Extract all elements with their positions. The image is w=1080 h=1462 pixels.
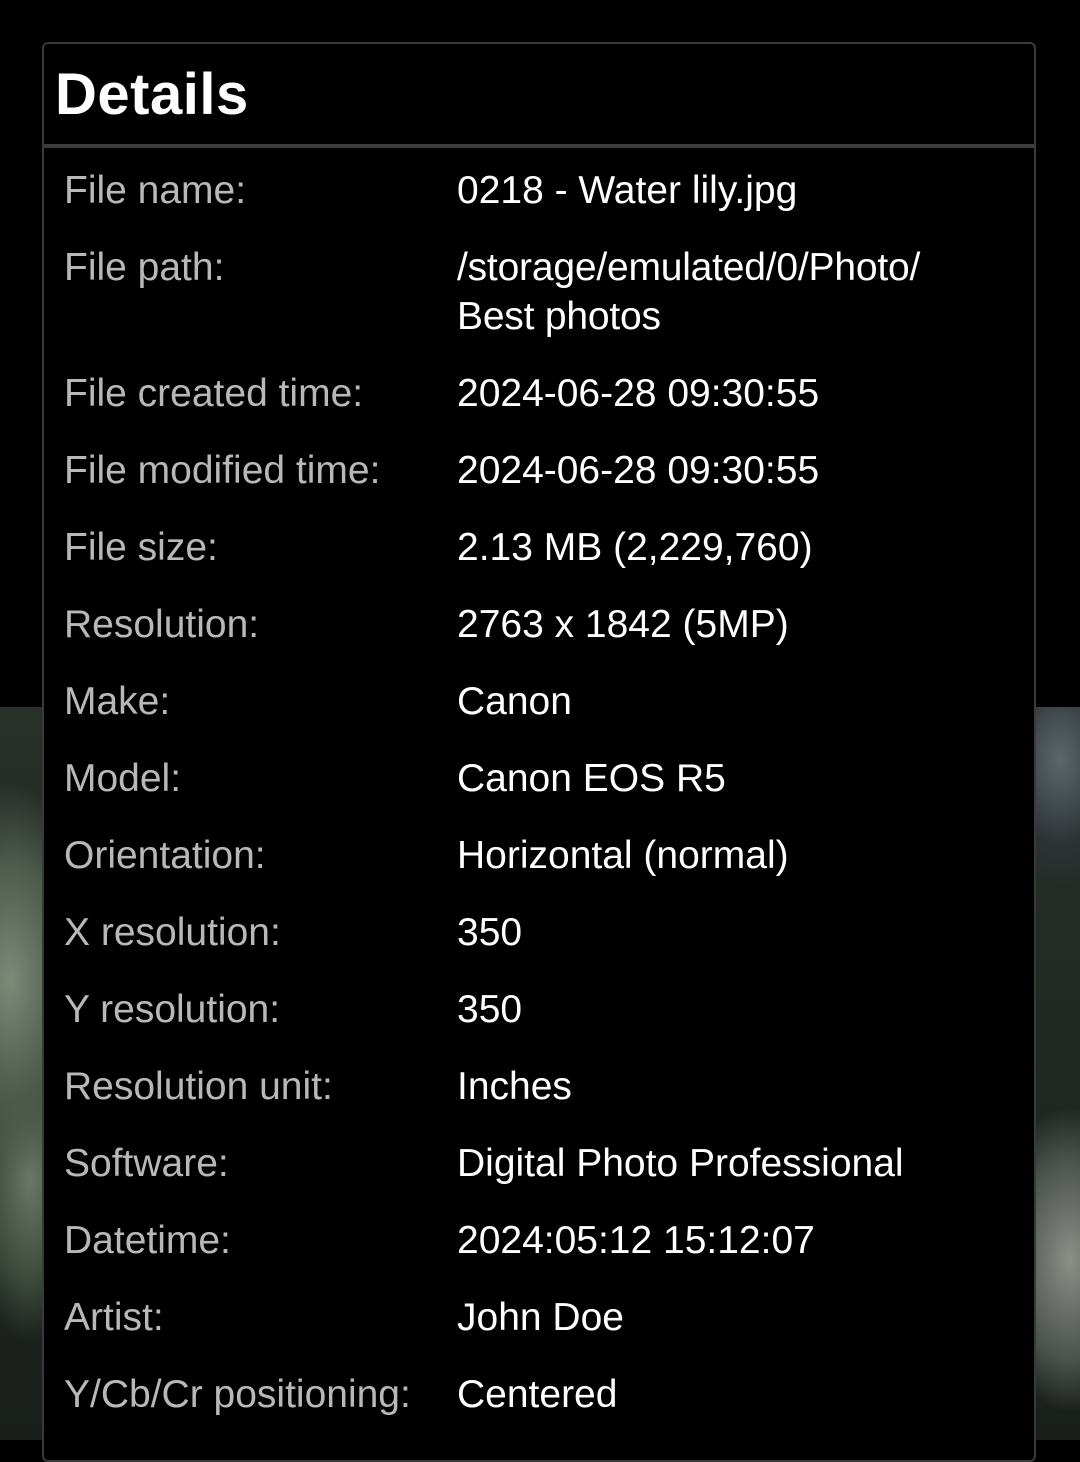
detail-row-y-resolution: Y resolution: 350 bbox=[64, 985, 1014, 1034]
detail-label: Resolution unit: bbox=[64, 1065, 333, 1108]
detail-value: Centered bbox=[457, 1373, 618, 1416]
detail-row-x-resolution: X resolution: 350 bbox=[64, 908, 1014, 957]
detail-label: Orientation: bbox=[64, 834, 266, 877]
detail-label: File name: bbox=[64, 169, 247, 212]
details-list[interactable]: File name: 0218 - Water lily.jpg File pa… bbox=[44, 148, 1034, 1419]
detail-label: File path: bbox=[64, 246, 225, 289]
detail-label: Resolution: bbox=[64, 603, 260, 646]
detail-value: Canon EOS R5 bbox=[457, 757, 726, 800]
detail-value: 350 bbox=[457, 988, 523, 1031]
detail-row-file-path: File path: /storage/emulated/0/Photo/ Be… bbox=[64, 243, 1014, 341]
detail-label: File modified time: bbox=[64, 449, 381, 492]
detail-value: John Doe bbox=[457, 1296, 624, 1339]
detail-row-software: Software: Digital Photo Professional bbox=[64, 1139, 1014, 1188]
detail-label: File size: bbox=[64, 526, 218, 569]
detail-value: 2024-06-28 09:30:55 bbox=[457, 372, 820, 415]
detail-label: Software: bbox=[64, 1142, 229, 1185]
detail-label: Y/Cb/Cr positioning: bbox=[64, 1373, 411, 1416]
detail-value: Horizontal (normal) bbox=[457, 834, 789, 877]
detail-row-datetime: Datetime: 2024:05:12 15:12:07 bbox=[64, 1216, 1014, 1265]
detail-row-make: Make: Canon bbox=[64, 677, 1014, 726]
detail-label: X resolution: bbox=[64, 911, 281, 954]
details-dialog: Details File name: 0218 - Water lily.jpg… bbox=[42, 42, 1036, 1462]
detail-row-file-size: File size: 2.13 MB (2,229,760) bbox=[64, 523, 1014, 572]
detail-row-file-name: File name: 0218 - Water lily.jpg bbox=[64, 166, 1014, 215]
dialog-header: Details bbox=[44, 44, 1034, 148]
detail-row-ycbcr-positioning: Y/Cb/Cr positioning: Centered bbox=[64, 1370, 1014, 1419]
detail-label: File created time: bbox=[64, 372, 364, 415]
detail-label: Model: bbox=[64, 757, 182, 800]
detail-value: Canon bbox=[457, 680, 572, 723]
detail-row-modified-time: File modified time: 2024-06-28 09:30:55 bbox=[64, 446, 1014, 495]
detail-value: 2.13 MB (2,229,760) bbox=[457, 526, 813, 569]
detail-value: /storage/emulated/0/Photo/ Best photos bbox=[457, 246, 921, 338]
detail-row-orientation: Orientation: Horizontal (normal) bbox=[64, 831, 1014, 880]
detail-value: 2024:05:12 15:12:07 bbox=[457, 1219, 815, 1262]
detail-value: Digital Photo Professional bbox=[457, 1142, 904, 1185]
detail-row-artist: Artist: John Doe bbox=[64, 1293, 1014, 1342]
detail-value: 0218 - Water lily.jpg bbox=[457, 169, 798, 212]
detail-row-resolution-unit: Resolution unit: Inches bbox=[64, 1062, 1014, 1111]
detail-row-created-time: File created time: 2024-06-28 09:30:55 bbox=[64, 369, 1014, 418]
detail-row-model: Model: Canon EOS R5 bbox=[64, 754, 1014, 803]
detail-value: 350 bbox=[457, 911, 523, 954]
detail-value: 2763 x 1842 (5MP) bbox=[457, 603, 789, 646]
detail-label: Y resolution: bbox=[64, 988, 281, 1031]
detail-label: Make: bbox=[64, 680, 171, 723]
dialog-title: Details bbox=[55, 61, 249, 127]
detail-label: Artist: bbox=[64, 1296, 164, 1339]
detail-row-resolution: Resolution: 2763 x 1842 (5MP) bbox=[64, 600, 1014, 649]
detail-value: 2024-06-28 09:30:55 bbox=[457, 449, 820, 492]
detail-value: Inches bbox=[457, 1065, 572, 1108]
detail-label: Datetime: bbox=[64, 1219, 231, 1262]
